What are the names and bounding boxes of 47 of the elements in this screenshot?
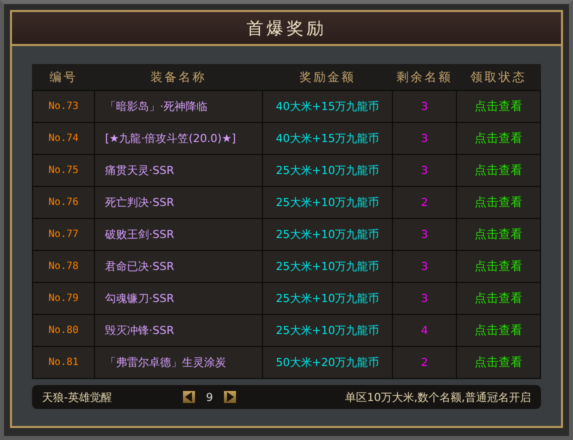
table-cell: 毁灭冲锋·SSR xyxy=(94,314,262,346)
table-cell: No.80 xyxy=(32,314,94,346)
table-cell: No.73 xyxy=(32,90,94,122)
table-cell: 君命已决·SSR xyxy=(94,250,262,282)
footer-note: 单区10万大米,数个名额,普通冠名开启 xyxy=(345,390,531,404)
table-cell: 25大米+10万九龍币 xyxy=(262,154,392,186)
server-name: 天狼-英雄觉醒 xyxy=(42,390,113,404)
table-cell: 3 xyxy=(392,282,456,314)
table-cell: No.74 xyxy=(32,122,94,154)
table-cell: 2 xyxy=(392,186,456,218)
window-title: 首爆奖励 xyxy=(246,18,326,40)
column-header: 剩余名额 xyxy=(392,64,456,90)
table-cell: 4 xyxy=(392,314,456,346)
table-cell: 勾魂镰刀·SSR xyxy=(94,282,262,314)
table-cell: 50大米+20万九龍币 xyxy=(262,346,392,378)
column-header: 装备名称 xyxy=(94,64,262,90)
table-cell: 3 xyxy=(392,122,456,154)
table-cell: No.78 xyxy=(32,250,94,282)
table-cell: 3 xyxy=(392,250,456,282)
page-number: 9 xyxy=(206,390,213,404)
table-cell: 痛贯天灵·SSR xyxy=(94,154,262,186)
table-cell: No.77 xyxy=(32,218,94,250)
table-cell: 3 xyxy=(392,218,456,250)
table-cell: 「暗影岛」·死神降临 xyxy=(94,90,262,122)
table-cell: No.76 xyxy=(32,186,94,218)
table-cell: 「弗雷尔卓德」生灵涂炭 xyxy=(94,346,262,378)
previous-page-button[interactable] xyxy=(182,390,196,404)
table-cell: 破败王剑·SSR xyxy=(94,218,262,250)
table-cell: No.75 xyxy=(32,154,94,186)
table-cell: 40大米+15万九龍币 xyxy=(262,90,392,122)
table-cell: 40大米+15万九龍币 xyxy=(262,122,392,154)
column-header: 奖励金额 xyxy=(262,64,392,90)
table-cell: 3 xyxy=(392,90,456,122)
table-cell: 25大米+10万九龍币 xyxy=(262,186,392,218)
column-header: 领取状态 xyxy=(456,64,540,90)
table-cell: No.79 xyxy=(32,282,94,314)
table-cell: 25大米+10万九龍币 xyxy=(262,250,392,282)
table-cell: 3 xyxy=(392,154,456,186)
table-cell: 25大米+10万九龍币 xyxy=(262,218,392,250)
table-cell: No.81 xyxy=(32,346,94,378)
table-cell: 25大米+10万九龍币 xyxy=(262,314,392,346)
next-page-button[interactable] xyxy=(223,390,237,404)
table-cell: 25大米+10万九龍币 xyxy=(262,282,392,314)
table-cell: 死亡判决·SSR xyxy=(94,186,262,218)
table-cell: 2 xyxy=(392,346,456,378)
column-header: 编号 xyxy=(32,64,94,90)
table-cell: [★九龍·倍攻斗笠(20.0)★] xyxy=(94,122,262,154)
